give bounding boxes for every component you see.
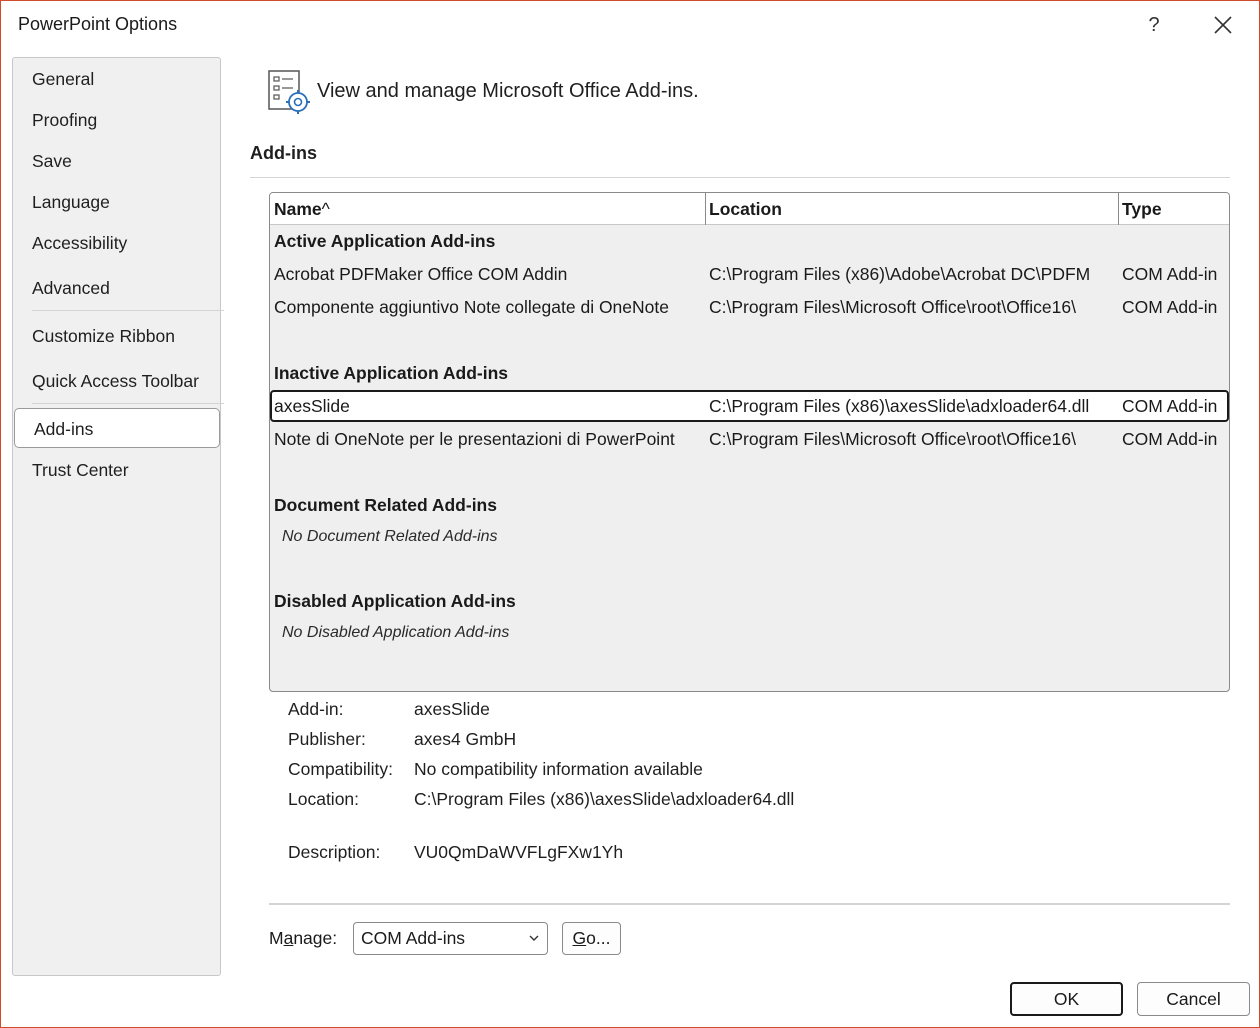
cell-type: COM Add-in	[1122, 264, 1218, 284]
go-label-part: o...	[586, 928, 611, 948]
table-row[interactable]: Note di OneNote per le presentazioni di …	[270, 423, 1229, 455]
title-bar: PowerPoint Options ?	[1, 1, 1259, 49]
window-title: PowerPoint Options	[18, 14, 178, 34]
detail-label-description: Description:	[288, 842, 381, 862]
detail-label-location: Location:	[288, 789, 360, 809]
cell-name: Componente aggiuntivo Note collegate di …	[274, 297, 669, 317]
detail-label-publisher: Publisher:	[288, 729, 366, 749]
sidebar-divider	[32, 403, 224, 404]
section-title: Add-ins	[250, 143, 317, 163]
empty-note-document: No Document Related Add-ins	[282, 528, 498, 545]
column-label-name: Name	[274, 199, 322, 219]
addins-settings-icon	[267, 69, 313, 115]
manage-label-part: M	[269, 928, 284, 948]
detail-value-location: C:\Program Files (x86)\axesSlide\adxload…	[414, 789, 795, 809]
detail-value-addin: axesSlide	[414, 699, 490, 719]
table-row[interactable]: Componente aggiuntivo Note collegate di …	[270, 291, 1229, 323]
table-header: Name^ Location Type	[270, 193, 1229, 225]
go-button[interactable]: Go...	[562, 922, 621, 955]
sidebar-item-advanced[interactable]: Advanced	[13, 268, 220, 308]
manage-label: Manage:	[269, 928, 337, 949]
cell-location: C:\Program Files\Microsoft Office\root\O…	[709, 429, 1076, 449]
help-button[interactable]: ?	[1142, 11, 1166, 39]
cell-location: C:\Program Files (x86)\Adobe\Acrobat DC\…	[709, 264, 1091, 284]
sidebar-item-accessibility[interactable]: Accessibility	[13, 223, 220, 263]
manage-selected-value: COM Add-ins	[361, 928, 466, 948]
detail-value-publisher: axes4 GmbH	[414, 729, 517, 749]
sidebar-item-proofing[interactable]: Proofing	[13, 100, 220, 140]
chevron-down-icon	[529, 935, 539, 941]
cell-name: Note di OneNote per le presentazioni di …	[274, 429, 675, 449]
cell-name: Acrobat PDFMaker Office COM Addin	[274, 264, 568, 284]
cell-type: COM Add-in	[1122, 429, 1218, 449]
column-header-location[interactable]: Location	[705, 193, 1118, 225]
manage-select[interactable]: COM Add-ins	[353, 922, 548, 955]
cell-type: COM Add-in	[1122, 396, 1218, 416]
manage-label-accelerator: a	[283, 928, 294, 948]
column-header-name[interactable]: Name^	[270, 193, 705, 225]
cell-type: COM Add-in	[1122, 297, 1218, 317]
table-row-selected[interactable]: axesSlide C:\Program Files (x86)\axesSli…	[270, 390, 1229, 422]
detail-label-compatibility: Compatibility:	[288, 759, 394, 779]
cell-name: axesSlide	[274, 396, 350, 416]
group-title-document: Document Related Add-ins	[274, 495, 497, 515]
detail-label-addin: Add-in:	[288, 699, 344, 719]
options-sidebar: General Proofing Save Language Accessibi…	[12, 57, 224, 976]
sidebar-divider	[32, 310, 224, 311]
sidebar-item-trust-center[interactable]: Trust Center	[13, 450, 220, 490]
sidebar-item-add-ins[interactable]: Add-ins	[14, 408, 220, 448]
bottom-divider	[269, 903, 1230, 905]
sort-ascending-icon: ^	[321, 199, 330, 219]
ok-button[interactable]: OK	[1010, 982, 1123, 1016]
detail-value-compatibility: No compatibility information available	[414, 759, 703, 779]
addins-table[interactable]: Name^ Location Type Active Application A…	[269, 192, 1230, 692]
cancel-button[interactable]: Cancel	[1137, 982, 1250, 1016]
table-row[interactable]: Acrobat PDFMaker Office COM Addin C:\Pro…	[270, 258, 1229, 290]
sidebar-item-language[interactable]: Language	[13, 182, 220, 222]
close-icon	[1214, 16, 1232, 34]
sidebar-item-quick-access-toolbar[interactable]: Quick Access Toolbar	[13, 361, 220, 401]
manage-label-part: nage:	[293, 928, 338, 948]
powerpoint-options-dialog: PowerPoint Options ? General Proofing Sa…	[0, 0, 1260, 1028]
column-header-type[interactable]: Type	[1118, 193, 1229, 225]
sidebar-item-save[interactable]: Save	[13, 141, 220, 181]
detail-value-description: VU0QmDaWVFLgFXw1Yh	[414, 842, 624, 862]
close-button[interactable]	[1209, 11, 1237, 39]
group-title-active: Active Application Add-ins	[274, 231, 496, 251]
group-title-inactive: Inactive Application Add-ins	[274, 363, 509, 383]
sidebar-item-customize-ribbon[interactable]: Customize Ribbon	[13, 316, 220, 356]
page-header-text: View and manage Microsoft Office Add-ins…	[317, 80, 699, 102]
go-label-accelerator: G	[572, 928, 587, 948]
cell-location: C:\Program Files (x86)\axesSlide\adxload…	[709, 396, 1090, 416]
section-divider	[250, 177, 1230, 178]
empty-note-disabled: No Disabled Application Add-ins	[282, 624, 510, 641]
sidebar-item-general[interactable]: General	[13, 59, 220, 99]
cell-location: C:\Program Files\Microsoft Office\root\O…	[709, 297, 1076, 317]
group-title-disabled: Disabled Application Add-ins	[274, 591, 516, 611]
